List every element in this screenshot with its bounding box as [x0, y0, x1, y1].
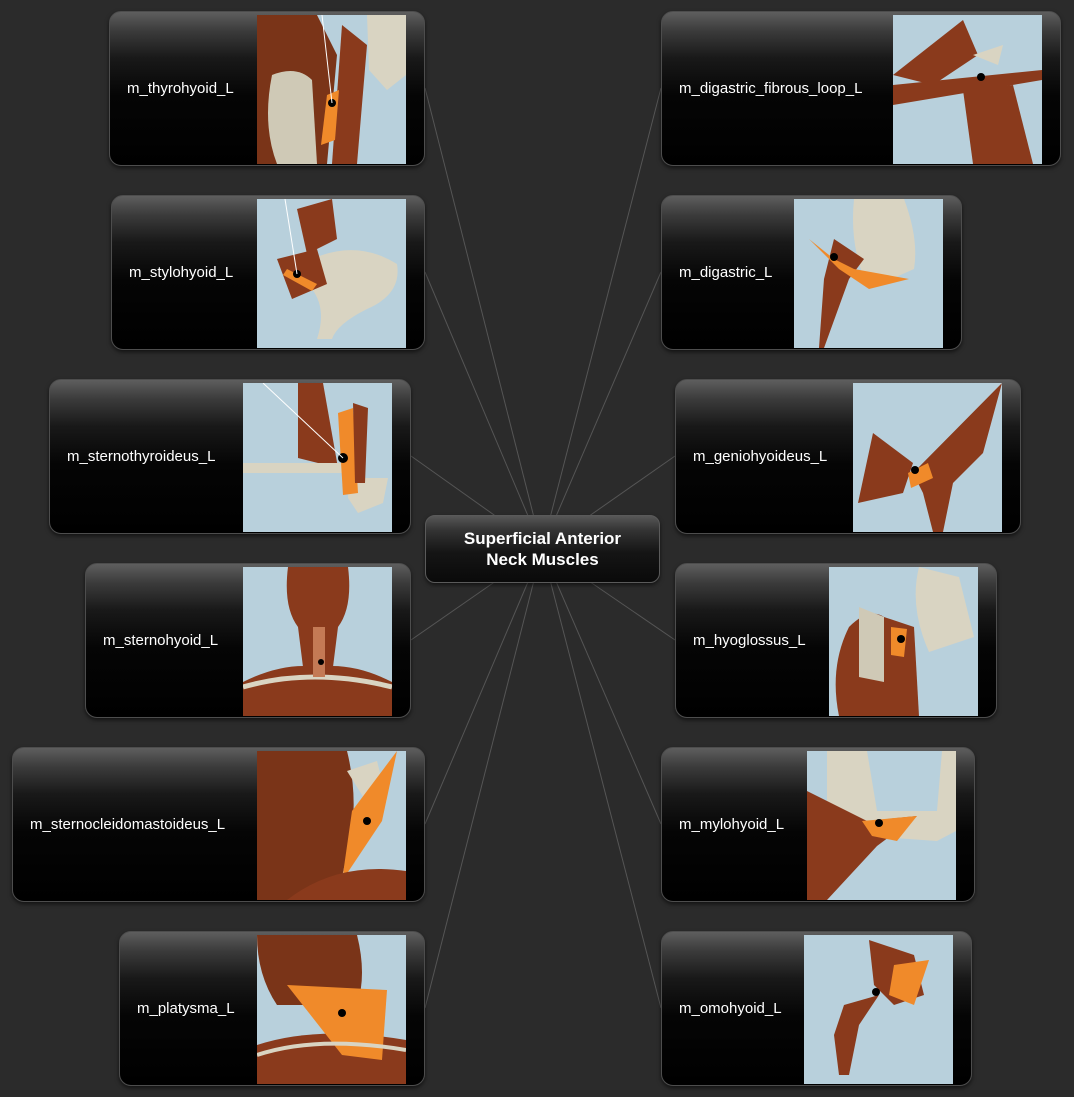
node-label: m_sternohyoid_L — [103, 632, 219, 649]
node-label: m_digastric_fibrous_loop_L — [679, 80, 863, 97]
node-omohyoid[interactable]: m_omohyoid_L — [661, 931, 972, 1086]
mylohyoid-image — [807, 751, 956, 900]
center-topic-line1: Superficial Anterior — [463, 529, 622, 548]
platysma-image — [257, 935, 406, 1084]
node-label: m_sternothyroideus_L — [67, 448, 216, 465]
node-sternothyroideus[interactable]: m_sternothyroideus_L — [49, 379, 411, 534]
node-label: m_hyoglossus_L — [693, 632, 806, 649]
digastric-image — [794, 199, 943, 348]
node-thyrohyoid[interactable]: m_thyrohyoid_L — [109, 11, 425, 166]
node-geniohyoideus[interactable]: m_geniohyoideus_L — [675, 379, 1021, 534]
center-topic-line2: Neck Muscles — [486, 550, 599, 569]
node-label: m_omohyoid_L — [679, 1000, 782, 1017]
hyoglossus-image — [829, 567, 978, 716]
node-label: m_stylohyoid_L — [129, 264, 234, 281]
node-label: m_digastric_L — [679, 264, 773, 281]
node-mylohyoid[interactable]: m_mylohyoid_L — [661, 747, 975, 902]
sternocleidomastoideus-image — [257, 751, 406, 900]
thyrohyoid-image — [257, 15, 406, 164]
node-platysma[interactable]: m_platysma_L — [119, 931, 425, 1086]
sternothyroideus-image — [243, 383, 392, 532]
node-sternocleidomastoideus[interactable]: m_sternocleidomastoideus_L — [12, 747, 425, 902]
node-digastric[interactable]: m_digastric_L — [661, 195, 962, 350]
connector-line — [541, 87, 662, 550]
node-label: m_thyrohyoid_L — [127, 80, 234, 97]
center-topic-node[interactable]: Superficial Anterior Neck Muscles — [425, 515, 660, 583]
stylohyoid-image — [257, 199, 406, 348]
node-label: m_sternocleidomastoideus_L — [30, 816, 226, 833]
omohyoid-image — [804, 935, 953, 1084]
node-label: m_platysma_L — [137, 1000, 235, 1017]
sternohyoid-image — [243, 567, 392, 716]
node-label: m_geniohyoideus_L — [693, 448, 828, 465]
node-stylohyoid[interactable]: m_stylohyoid_L — [111, 195, 425, 350]
node-hyoglossus[interactable]: m_hyoglossus_L — [675, 563, 997, 718]
node-label: m_mylohyoid_L — [679, 816, 785, 833]
connector-line — [424, 87, 543, 550]
node-digastric-fibrous-loop[interactable]: m_digastric_fibrous_loop_L — [661, 11, 1061, 166]
geniohyoideus-image — [853, 383, 1002, 532]
connector-line — [424, 548, 543, 825]
digastric-fibrous-loop-image — [893, 15, 1042, 164]
node-sternohyoid[interactable]: m_sternohyoid_L — [85, 563, 411, 718]
